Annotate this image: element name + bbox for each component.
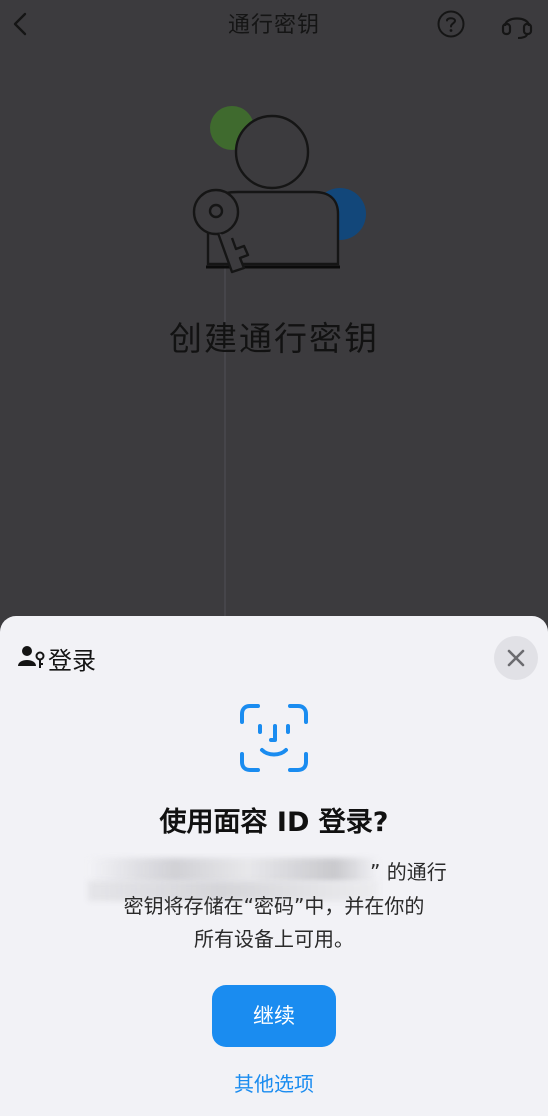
face-id-icon	[240, 704, 308, 772]
close-icon	[507, 649, 525, 667]
hero-title: 创建通行密钥	[169, 319, 379, 358]
sheet-header-label: 登录	[48, 647, 96, 675]
headset-icon[interactable]	[500, 8, 534, 40]
prompt-body-line: ” 的通行	[370, 860, 447, 884]
passkey-screen: 通行密钥 创建通行密钥 登录 使用面容 ID 登录? ” 的通行 密钥将存储在“…	[0, 0, 548, 1116]
person-key-icon	[18, 646, 45, 668]
other-options-link[interactable]: 其他选项	[0, 1068, 548, 1097]
prompt-title: 使用面容 ID 登录?	[159, 807, 389, 838]
prompt-body-line: 所有设备上可用。	[194, 927, 354, 951]
close-button[interactable]	[494, 636, 538, 680]
redacted-text	[88, 858, 378, 882]
prompt-body-line: 密钥将存储在“密码”中，并在你的	[123, 894, 425, 918]
navigation-bar: 通行密钥	[0, 0, 548, 50]
sign-in-sheet: 登录 使用面容 ID 登录? ” 的通行 密钥将存储在“密码”中，并在你的 所有…	[0, 616, 548, 1116]
continue-button[interactable]: 继续	[212, 985, 336, 1047]
question-circle-icon[interactable]	[436, 9, 466, 39]
passkey-illustration	[192, 106, 366, 274]
